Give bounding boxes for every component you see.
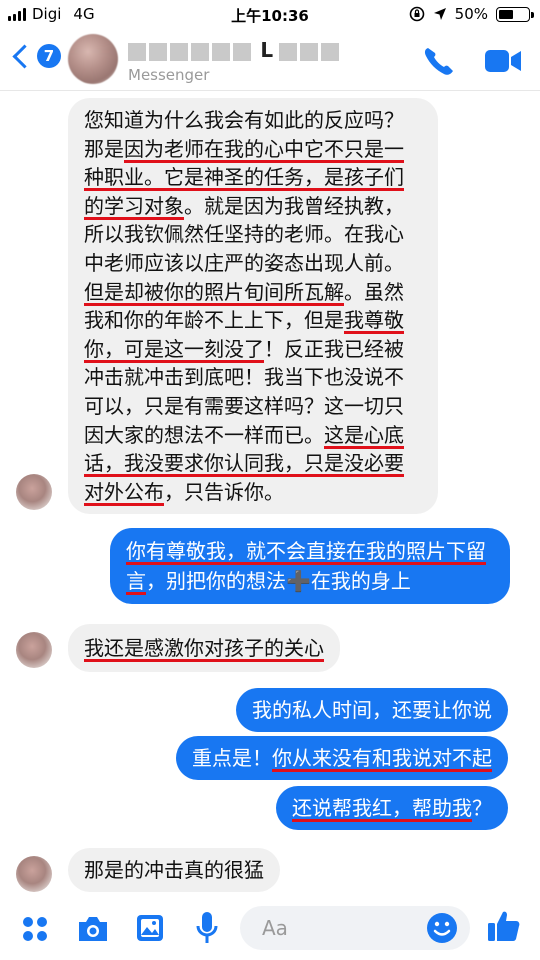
contact-name-text: L — [260, 38, 274, 62]
video-call-icon[interactable] — [484, 48, 522, 74]
message-bubble-outgoing[interactable]: 还说帮我红，帮助我？ — [276, 786, 508, 830]
apps-icon[interactable] — [20, 914, 50, 944]
thumbs-up-icon[interactable] — [486, 908, 522, 944]
message-text: ？ — [472, 796, 492, 820]
unread-badge: 7 — [37, 44, 61, 68]
chevron-left-icon — [12, 43, 37, 69]
sender-avatar[interactable] — [16, 632, 52, 668]
conversation-header: 7 L Messenger — [0, 30, 540, 91]
battery-percent: 50% — [454, 5, 488, 23]
message-bubble-incoming[interactable]: 您知道为什么我会有如此的反应吗？那是因为老师在我的心中它不只是一种职业。它是神圣… — [68, 98, 438, 515]
microphone-icon[interactable] — [194, 910, 220, 946]
message-text: 那是的冲击真的很猛 — [84, 858, 264, 882]
location-icon — [433, 8, 446, 20]
message-text: ，别把你的想法➕在我的身上 — [146, 569, 411, 593]
message-text: 我的私人时间，还要让你说 — [252, 698, 492, 722]
battery-icon — [496, 6, 534, 22]
message-text-underlined: 你从来没有和我说对不起 — [272, 746, 492, 770]
gallery-icon[interactable] — [134, 912, 166, 944]
contact-avatar[interactable] — [68, 34, 118, 84]
message-text: 重点是！ — [192, 746, 272, 770]
message-composer: Aa — [0, 896, 540, 960]
orientation-lock-icon — [409, 6, 424, 22]
message-bubble-outgoing[interactable]: 重点是！你从来没有和我说对不起 — [176, 736, 508, 780]
sender-avatar[interactable] — [16, 474, 52, 510]
message-text-underlined: 我还是感激你对孩子的关心 — [84, 636, 324, 660]
back-button[interactable]: 7 — [10, 43, 61, 69]
phone-call-icon[interactable] — [422, 46, 456, 76]
message-bubble-outgoing[interactable]: 我的私人时间，还要让你说 — [236, 688, 508, 732]
message-text: ，只告诉你。 — [164, 479, 284, 504]
emoji-icon[interactable] — [426, 912, 458, 944]
camera-icon[interactable] — [76, 914, 110, 944]
contact-subtitle: Messenger — [128, 66, 210, 84]
message-bubble-incoming[interactable]: 我还是感激你对孩子的关心 — [68, 624, 340, 672]
message-bubble-incoming[interactable]: 那是的冲击真的很猛 — [68, 848, 280, 892]
status-bar: Digi 4G 上午10:36 50% — [0, 0, 540, 30]
message-text-underlined: 还说帮我红，帮助我 — [292, 796, 472, 820]
message-input-placeholder: Aa — [262, 916, 288, 940]
message-text-underlined: 但是却被你的照片旬间所瓦解 — [84, 279, 344, 304]
contact-name[interactable]: L — [128, 38, 342, 62]
status-right: 50% — [409, 5, 534, 23]
sender-avatar[interactable] — [16, 856, 52, 892]
message-bubble-outgoing[interactable]: 你有尊敬我，就不会直接在我的照片下留言，别把你的想法➕在我的身上 — [110, 528, 510, 604]
